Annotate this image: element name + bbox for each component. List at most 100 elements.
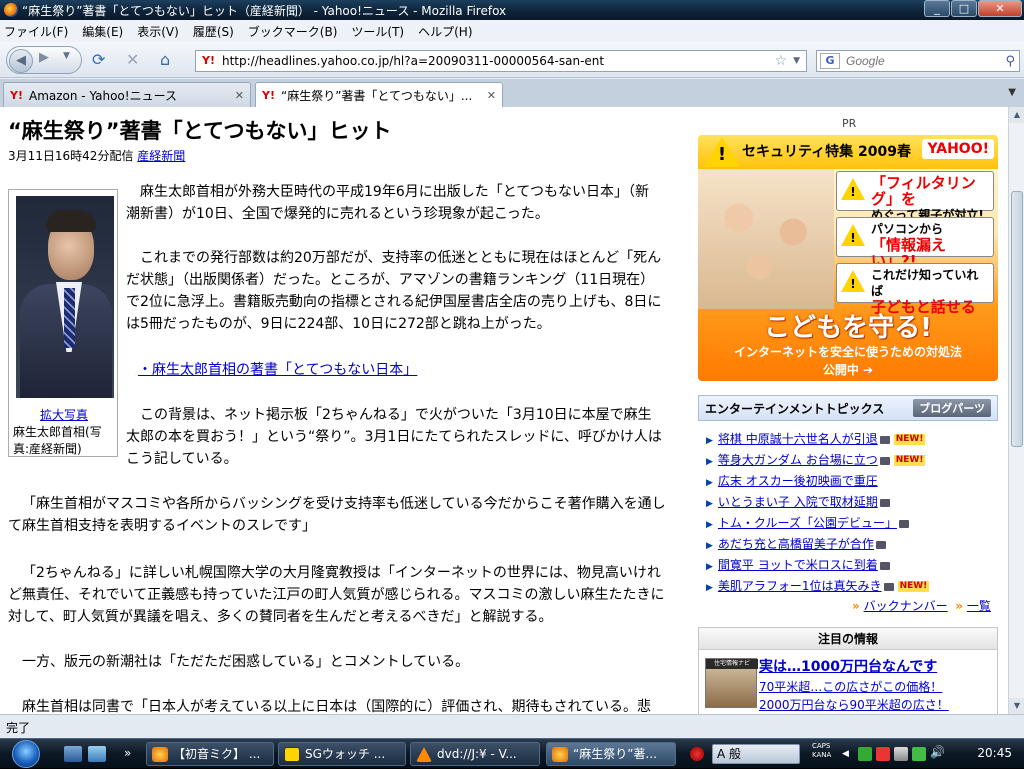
list-link[interactable]: 一覧 [967,599,991,613]
camera-icon [879,435,890,444]
status-bar: 完了 [0,714,1024,738]
tray-security-icon[interactable] [876,747,890,761]
list-item: ▶ 間寛平 ヨットで米ロスに到着 [706,555,996,576]
article-date: 3月11日16時42分配信 [8,149,134,163]
related-book-link[interactable]: ・麻生太郎首相の著書「とてつもない日本」 [138,362,417,378]
topic-link[interactable]: あだち充と高橋留美子が合作 [718,537,874,551]
new-badge: NEW! [893,455,926,466]
tab-aso-matsuri[interactable]: Y! “麻生祭り”著書「とてつもない」... ✕ [255,82,503,107]
url-dropdown-icon[interactable]: ▼ [793,56,800,66]
source-link[interactable]: 産経新聞 [137,149,185,163]
new-badge: NEW! [893,434,926,445]
ad-box-talk[interactable]: ! これだけ知っていれば 子どもと話せる [836,263,994,315]
featured-link[interactable]: 2000万円台なら90平米超の広さ！ [759,696,949,713]
ime-bar[interactable]: A 般 [712,744,800,764]
topic-link[interactable]: 美肌アラフォー1位は真矢みき [718,579,882,593]
search-input[interactable] [846,54,1006,68]
scroll-up-icon[interactable]: ▲ [1009,107,1024,123]
topic-link[interactable]: 等身大ガンダム お台場に立つ [718,453,878,467]
list-item: ▶ あだち充と高橋留美子が合作 [706,534,996,555]
taskbar-item-vlc[interactable]: dvd://J:¥ - V... [410,742,540,766]
bookmark-star-icon[interactable]: ☆ [775,53,788,69]
ad-cta[interactable]: 公開中 ➔ [698,361,998,378]
pr-label: PR [842,117,857,130]
title-bar[interactable]: “麻生祭り”著書「とてつもない」ヒット（産経新聞） - Yahoo!ニュース -… [0,0,1024,20]
switch-windows-icon[interactable] [88,746,106,762]
featured-headline-link[interactable]: 実は…1000万円台なんです [759,656,937,676]
clock[interactable]: 20:45 [977,746,1012,760]
ad-box-leak[interactable]: ! パソコンから 「情報漏えい」?! [836,217,994,269]
photo-box: 拡大写真 麻生太郎首相(写真:産経新聞) [8,189,118,457]
topic-link[interactable]: トム・クルーズ「公園デビュー」 [718,516,897,530]
blog-parts-button[interactable]: ブログパーツ [913,399,991,417]
search-icon[interactable]: ⚲ [1005,54,1015,69]
network-icon[interactable] [894,747,908,761]
enlarge-photo-link[interactable]: 拡大写真 [9,406,119,423]
tab-amazon[interactable]: Y! Amazon - Yahoo!ニュース ✕ [3,82,251,107]
maximize-button[interactable]: □ [951,0,977,17]
tray-status-icon[interactable] [858,747,872,761]
tray-expand-icon[interactable]: ◀ [842,749,852,759]
tab-list-dropdown-icon[interactable]: ▼ [1008,87,1016,98]
windows-logo-icon [12,740,40,768]
reload-icon[interactable]: ⟳ [92,50,105,70]
signal-icon[interactable] [912,747,926,761]
menu-bookmarks[interactable]: ブックマーク(B) [248,23,338,40]
taskbar-item-firefox-active[interactable]: “麻生祭り”著... [546,742,676,766]
security-ad-banner[interactable]: ! セキュリティ特集 2009春 YAHOO! ! 「フィルタリング」を めぐっ… [698,135,998,381]
show-desktop-icon[interactable] [64,746,82,762]
featured-link[interactable]: 70平米超…この広さがこの価格！ [759,678,942,695]
article-paragraph: 一方、版元の新潮社は「ただただ困惑している」とコメントしている。 [22,654,470,670]
page-content: “麻生祭り”著書「とてつもない」ヒット 3月11日16時42分配信 産経新聞 拡… [0,107,1008,714]
tab-close-icon[interactable]: ✕ [235,89,244,102]
scrollbar-thumb[interactable] [1011,191,1023,447]
ad-box-filtering[interactable]: ! 「フィルタリング」を めぐって親子が対立! [836,171,994,222]
stop-icon[interactable]: ✕ [126,50,139,70]
system-tray: A 般 CAPS KANA ◀ 🔊 20:45 [690,739,1024,769]
topic-link[interactable]: 間寛平 ヨットで米ロスに到着 [718,558,878,572]
featured-thumbnail[interactable]: 住宅情報ナビ [705,658,758,708]
scroll-down-icon[interactable]: ▼ [1009,698,1024,714]
list-item: ▶ いとうまい子 入院で取材延期 [706,492,996,513]
tray-app-icon[interactable] [690,747,704,761]
article-paragraph: 麻生首相は同書で「日本人が考えている以上に日本は（国際的に）評価され、期待もされ… [22,699,652,714]
article-photo[interactable] [16,196,114,398]
article-headline: “麻生祭り”著書「とてつもない」ヒット [8,119,392,143]
double-chevron-icon: » [955,599,964,613]
url-bar[interactable]: Y! http://headlines.yahoo.co.jp/hl?a=200… [195,50,807,72]
back-arrow-icon[interactable]: ◀ [9,49,33,73]
home-icon[interactable]: ⌂ [160,50,170,70]
volume-icon[interactable]: 🔊 [930,745,945,759]
minimize-button[interactable]: _ [924,0,950,17]
window-title: “麻生祭り”著書「とてつもない」ヒット（産経新聞） - Yahoo!ニュース -… [22,3,507,18]
tab-label: “麻生祭り”著書「とてつもない」... [280,88,473,103]
forward-arrow-icon[interactable]: ▶ [39,50,49,65]
menu-tools[interactable]: ツール(T) [351,23,404,40]
topic-link[interactable]: 広末 オスカー後初映画で重圧 [718,474,878,488]
search-box[interactable]: G ⚲ [816,50,1020,72]
quicklaunch-expand-icon[interactable]: » [124,746,142,762]
menu-edit[interactable]: 編集(E) [82,23,123,40]
menu-file[interactable]: ファイル(F) [4,23,68,40]
menu-view[interactable]: 表示(V) [137,23,179,40]
taskbar-item-hatsune[interactable]: 【初音ミク】 ... [146,742,274,766]
camera-icon [879,498,890,507]
google-engine-icon[interactable]: G [820,53,840,69]
browser-window: “麻生祭り”著書「とてつもない」ヒット（産経新聞） - Yahoo!ニュース -… [0,0,1024,738]
topic-link[interactable]: いとうまい子 入院で取材延期 [718,495,878,509]
close-button[interactable]: ✕ [978,0,1022,17]
caps-kana-indicator: CAPS KANA [812,742,832,759]
menu-help[interactable]: ヘルプ(H) [418,23,472,40]
topic-link[interactable]: 将棋 中原誠十六世名人が引退 [718,432,878,446]
yahoo-favicon-icon: Y! [262,88,275,102]
backnumber-link[interactable]: バックナンバー [864,599,948,613]
menu-history[interactable]: 履歴(S) [193,23,234,40]
taskbar-item-sgwatch[interactable]: SGウォッチ ... [278,742,406,766]
vertical-scrollbar[interactable]: ▲ ▼ [1008,107,1024,714]
thumbnail-label: 住宅情報ナビ [706,659,758,669]
tab-close-icon[interactable]: ✕ [487,89,496,102]
url-text[interactable]: http://headlines.yahoo.co.jp/hl?a=200903… [222,54,775,68]
start-button[interactable] [4,739,52,769]
list-item: ▶ 広末 オスカー後初映画で重圧 [706,474,878,488]
history-dropdown-icon[interactable]: ▼ [63,51,70,61]
